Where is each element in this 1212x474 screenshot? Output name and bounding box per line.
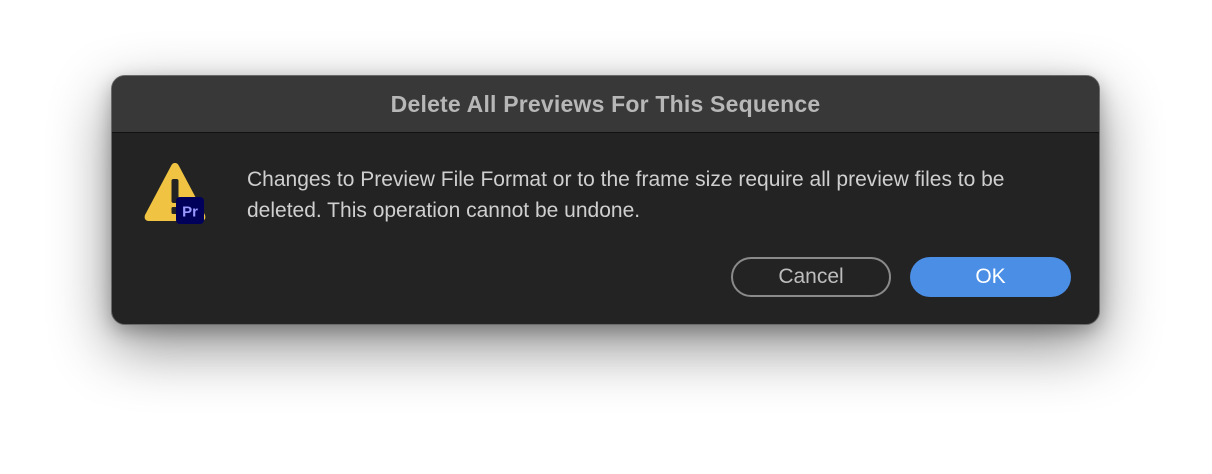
cancel-button-label: Cancel: [778, 265, 844, 288]
delete-previews-dialog: Delete All Previews For This Sequence Pr…: [111, 75, 1100, 325]
badge-label: Pr: [182, 204, 198, 221]
warning-icon: Pr: [142, 161, 208, 227]
ok-button[interactable]: OK: [910, 257, 1071, 297]
premiere-pro-badge-icon: Pr: [176, 197, 204, 224]
dialog-titlebar: Delete All Previews For This Sequence: [112, 76, 1099, 133]
cancel-button[interactable]: Cancel: [731, 257, 891, 297]
dialog-title: Delete All Previews For This Sequence: [390, 90, 821, 117]
ok-button-label: OK: [975, 265, 1006, 288]
dialog-message: Changes to Preview File Format or to the…: [247, 168, 1005, 222]
